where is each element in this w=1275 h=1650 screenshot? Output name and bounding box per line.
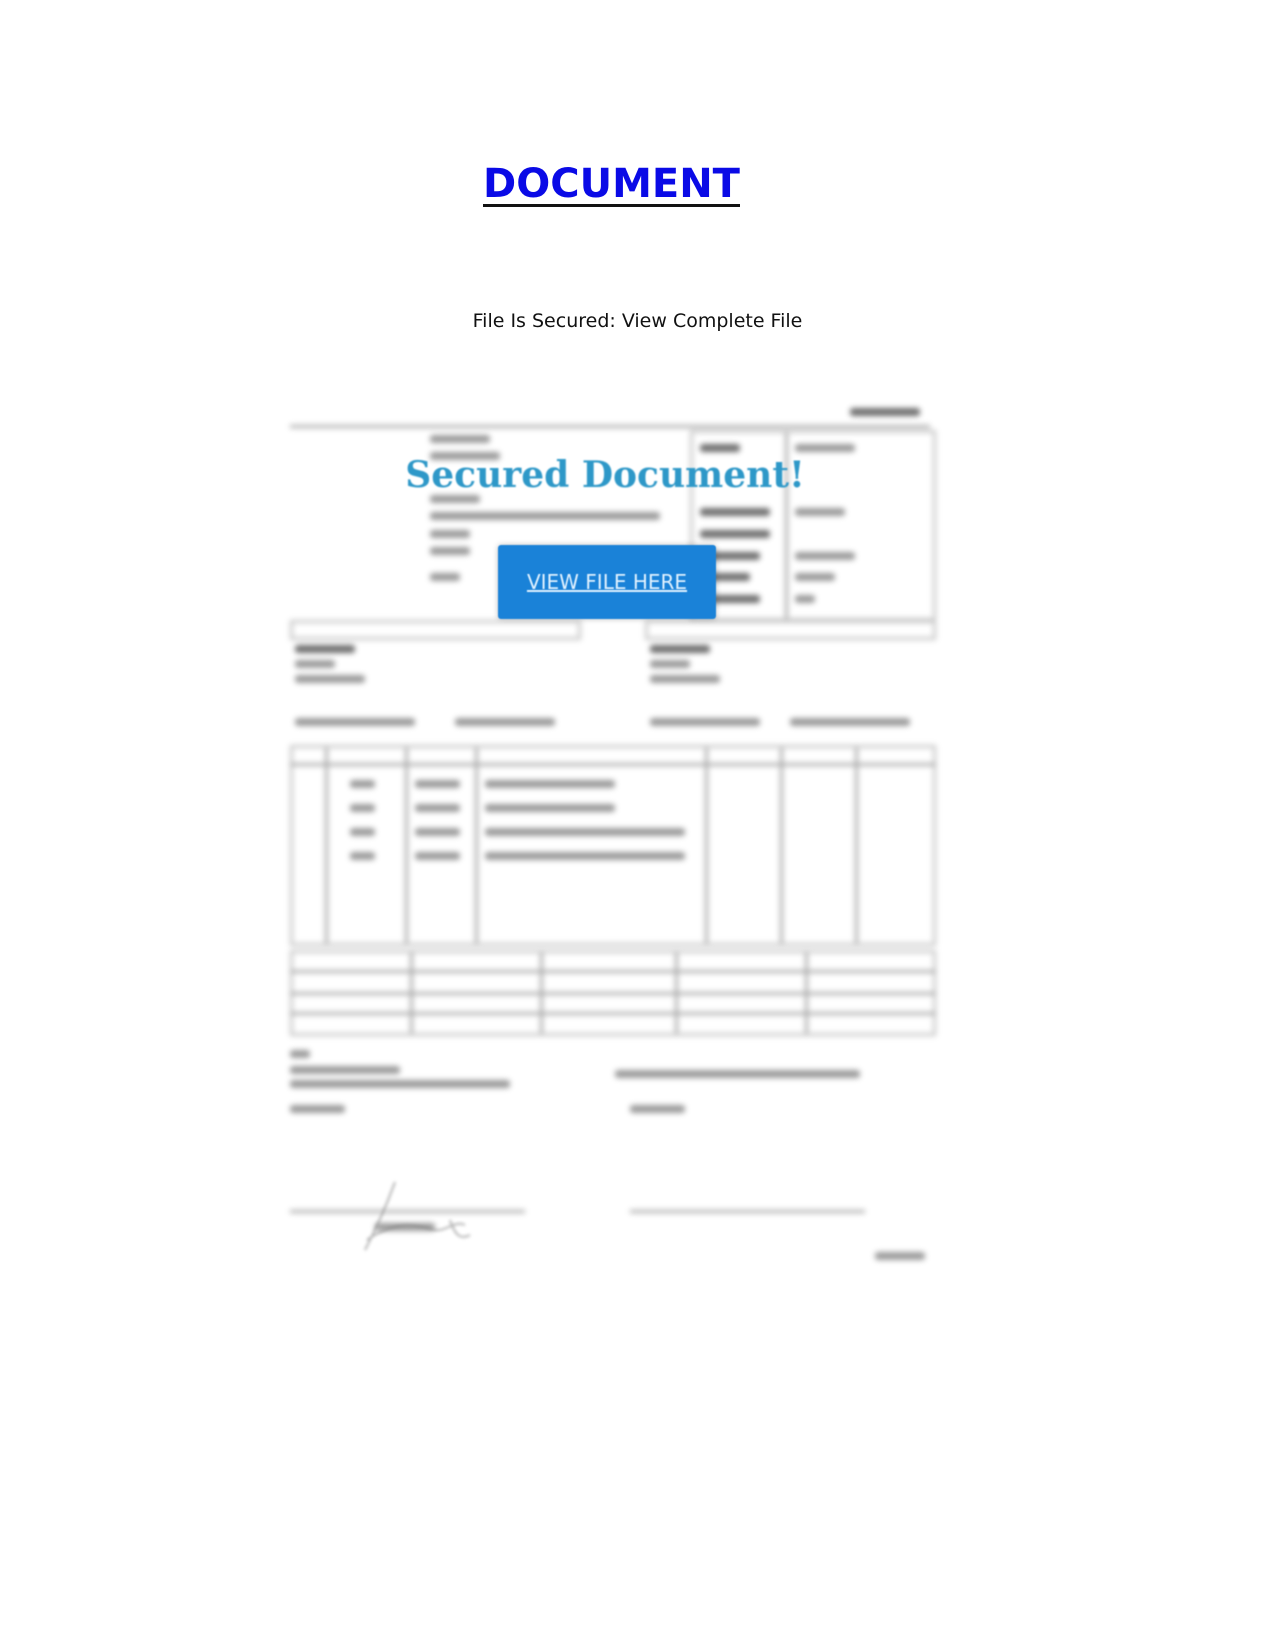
signature-scribble [364, 1181, 471, 1251]
view-file-button[interactable]: VIEW FILE HERE [498, 545, 716, 619]
view-file-button-label[interactable]: VIEW FILE HERE [527, 570, 687, 594]
page-title: DOCUMENT [0, 160, 1223, 208]
secured-document-heading: Secured Document! [405, 454, 805, 496]
document-link[interactable]: DOCUMENT [483, 164, 740, 207]
secured-file-notice: File Is Secured: View Complete File [472, 310, 803, 332]
